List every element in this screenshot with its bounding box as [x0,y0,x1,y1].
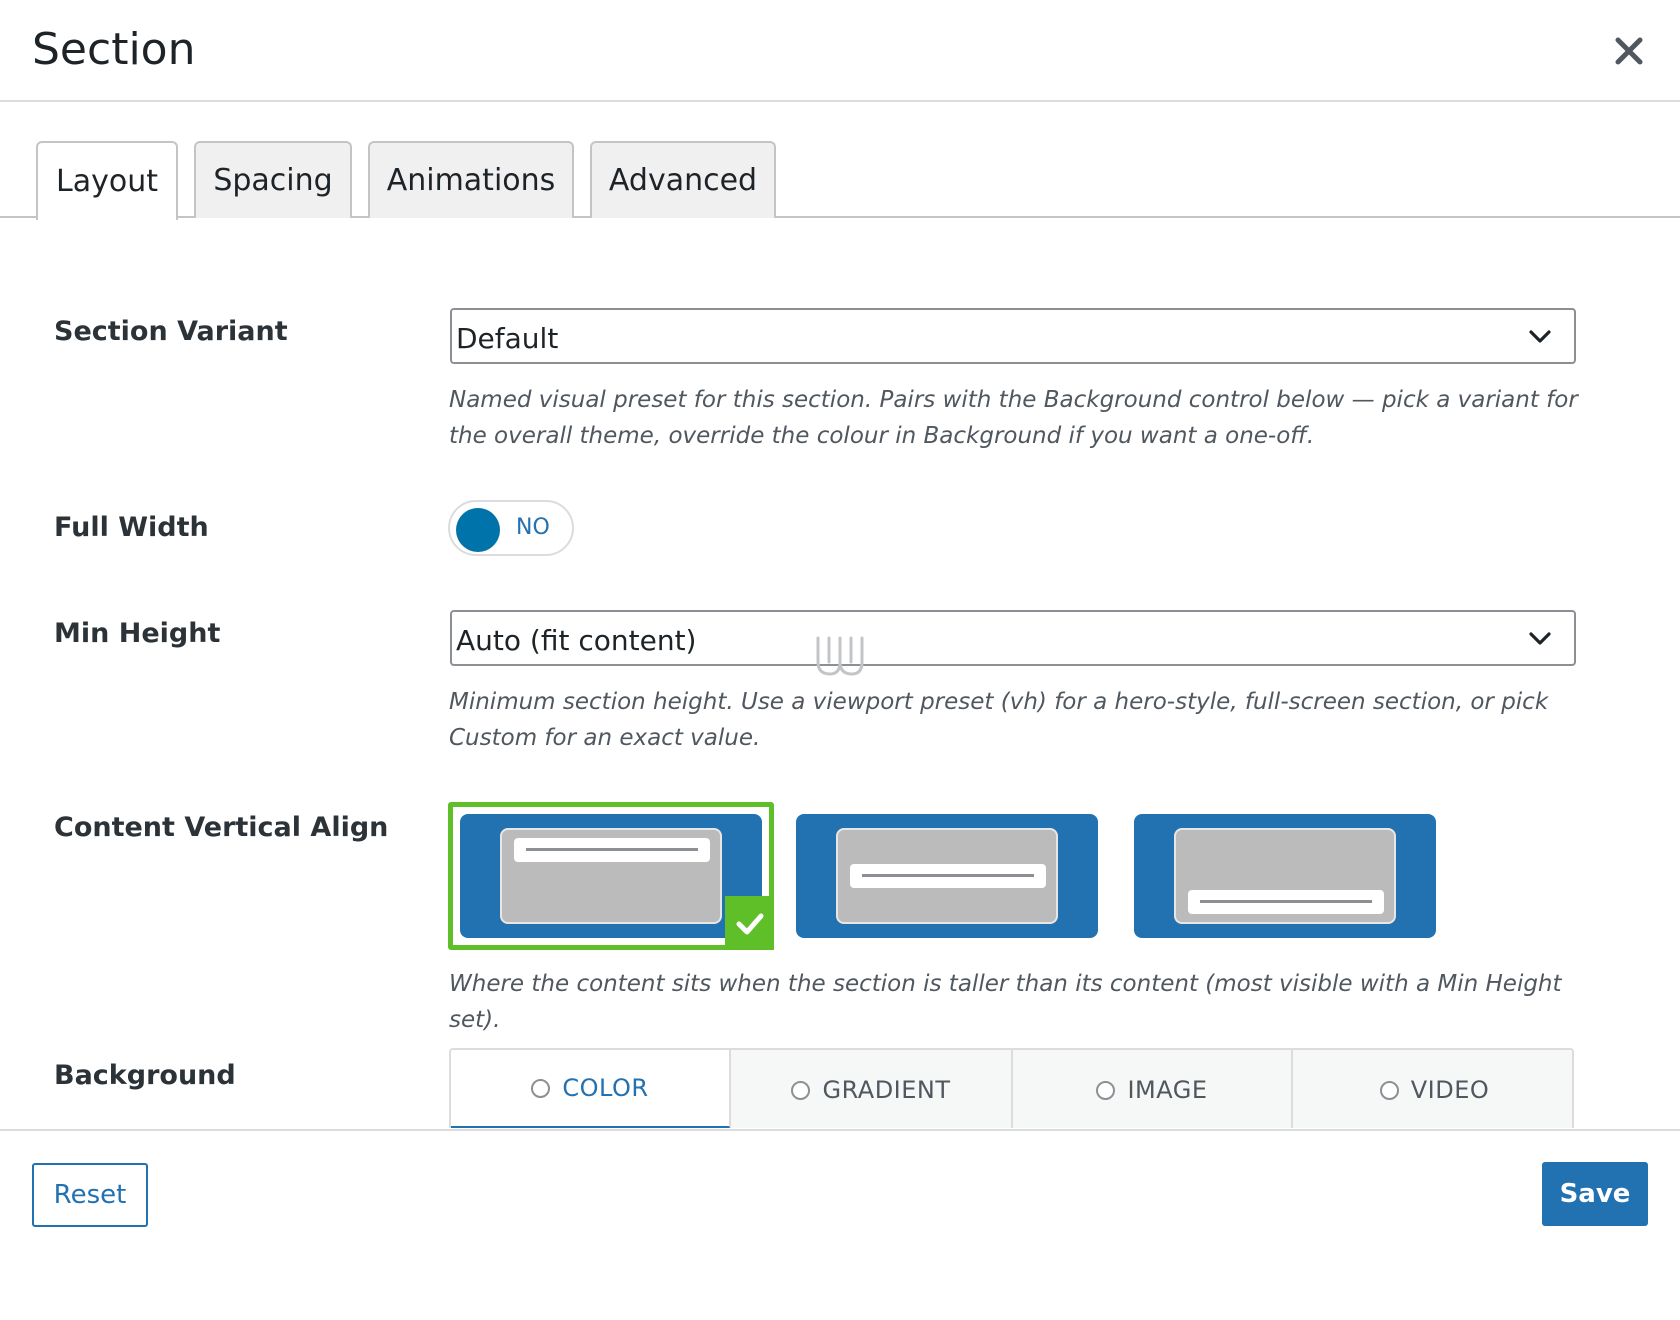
bg-tab-gradient[interactable]: GRADIENT [731,1050,1013,1128]
bg-tab-color[interactable]: COLOR [451,1050,731,1128]
align-preview-bar [850,864,1046,888]
align-preview-bar [1188,890,1384,914]
align-bottom-option[interactable] [1134,814,1436,938]
watermark-logo-icon [816,636,864,676]
section-variant-label: Section Variant [54,316,288,347]
section-variant-help: Named visual preset for this section. Pa… [449,387,1578,449]
dialog-header: Section [0,0,1680,102]
toggle-knob [456,508,500,552]
full-width-toggle[interactable]: NO [448,500,574,556]
dialog-title: Section [32,24,196,75]
tab-layout[interactable]: Layout [36,141,178,220]
checkmark-icon [736,913,764,935]
bg-tab-label: VIDEO [1410,1076,1490,1104]
chevron-down-icon [1529,632,1551,645]
bg-tab-label: IMAGE [1127,1076,1208,1104]
tab-advanced[interactable]: Advanced [590,141,776,218]
min-height-label: Min Height [54,618,221,649]
background-type-tabs: COLOR GRADIENT IMAGE VIDEO [449,1048,1574,1128]
save-button[interactable]: Save [1542,1162,1648,1226]
background-label: Background [54,1060,236,1091]
close-icon[interactable] [1612,34,1646,68]
bg-tab-label: COLOR [562,1074,649,1102]
chevron-down-icon [1529,330,1551,343]
radio-icon [1096,1080,1116,1100]
checkmark-badge [725,896,774,950]
tab-animations[interactable]: Animations [368,141,574,218]
radio-icon [1379,1080,1399,1100]
min-height-help: Minimum section height. Use a viewport p… [449,689,1549,751]
bg-tab-video[interactable]: VIDEO [1293,1050,1572,1128]
tab-bar: Layout Spacing Animations Advanced [0,141,1680,220]
section-variant-select[interactable]: Default [450,308,1576,364]
dialog-footer: Reset Save [0,1129,1680,1320]
bg-tab-image[interactable]: IMAGE [1013,1050,1293,1128]
reset-button[interactable]: Reset [32,1163,148,1227]
tab-spacing[interactable]: Spacing [194,141,352,218]
min-height-value: Auto (fit content) [456,624,697,657]
full-width-label: Full Width [54,512,209,543]
align-preview-box [836,828,1058,924]
radio-icon [791,1080,811,1100]
toggle-state-text: NO [516,515,550,540]
align-middle-option[interactable] [796,814,1098,938]
align-preview-box [1174,828,1396,924]
radio-icon [531,1078,551,1098]
section-variant-value: Default [456,322,559,355]
content-vertical-align-help: Where the content sits when the section … [449,971,1562,1033]
bg-tab-label: GRADIENT [822,1076,951,1104]
min-height-select[interactable]: Auto (fit content) [450,610,1576,666]
content-vertical-align-label: Content Vertical Align [54,812,389,843]
